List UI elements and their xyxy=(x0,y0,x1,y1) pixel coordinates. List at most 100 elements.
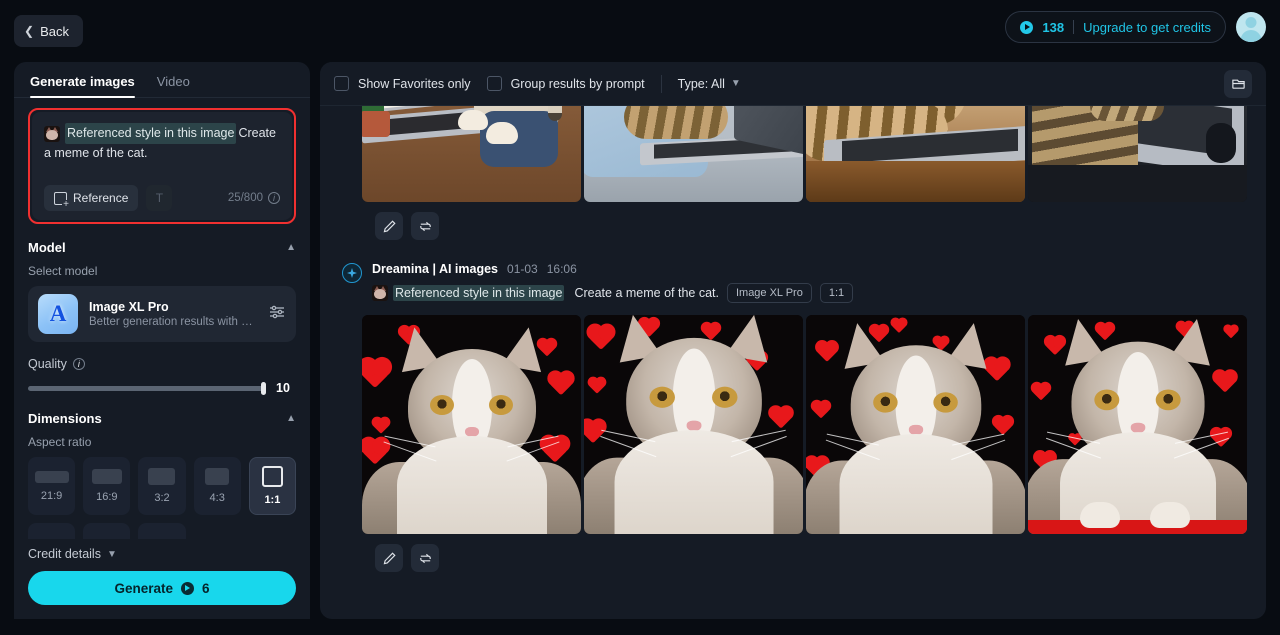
generated-image[interactable]: Funnily xyxy=(584,106,803,202)
divider xyxy=(660,74,662,93)
reference-thumbnail-icon xyxy=(44,125,60,142)
reference-chip[interactable]: Referenced style in this image xyxy=(372,285,565,301)
credit-details-label: Credit details xyxy=(28,547,101,561)
model-settings-icon[interactable] xyxy=(268,303,286,326)
ratio-shape-icon xyxy=(261,466,283,487)
prompt-highlight-frame: Referenced style in this image Create a … xyxy=(28,108,296,224)
ratio-option-label: 4:3 xyxy=(209,492,225,504)
text-style-icon[interactable]: T xyxy=(146,185,173,211)
chevron-up-icon[interactable]: ▲ xyxy=(286,413,296,424)
ratio-option-16-9[interactable]: 16:9 xyxy=(83,457,131,515)
tab-generate-images-label: Generate images xyxy=(30,74,135,89)
chevron-up-icon[interactable]: ▲ xyxy=(286,242,296,253)
app-root: ❮ Back 138 Upgrade to get credits Genera… xyxy=(0,0,1280,635)
ratio-shape-icon xyxy=(205,468,230,485)
quality-value: 10 xyxy=(276,381,290,395)
quality-slider[interactable] xyxy=(28,381,266,395)
chevron-down-icon: ▼ xyxy=(106,548,117,560)
regenerate-icon[interactable] xyxy=(411,212,439,240)
regenerate-icon[interactable] xyxy=(411,544,439,572)
generated-image[interactable] xyxy=(362,315,581,534)
aspect-ratio-grid: 21:9 16:9 3:2 4:3 1:1 xyxy=(28,457,296,515)
upgrade-link[interactable]: Upgrade to get credits xyxy=(1083,20,1211,35)
show-favorites-only-checkbox[interactable]: Show Favorites only xyxy=(334,76,471,91)
row-actions xyxy=(320,534,1266,572)
sidebar-footer: Credit details ▼ Generate 6 xyxy=(14,539,310,619)
quality-label: Quality xyxy=(28,357,67,371)
model-name: Image XL Pro xyxy=(89,300,169,314)
sidebar-tabs: Generate images Video xyxy=(14,62,310,98)
ratio-option-label: 16:9 xyxy=(96,491,118,503)
prompt-input[interactable]: Referenced style in this image Create a … xyxy=(32,112,292,220)
generated-image[interactable] xyxy=(1028,315,1247,534)
model-logo-icon: A xyxy=(38,294,78,334)
chevron-down-icon: ▼ xyxy=(730,78,741,89)
prompt-text: Referenced style in this image Create a … xyxy=(44,123,280,163)
info-icon[interactable]: i xyxy=(268,192,280,204)
credit-coin-icon xyxy=(181,581,194,595)
back-button[interactable]: ❮ Back xyxy=(14,15,83,47)
model-card[interactable]: A Image XL Pro Better generation results… xyxy=(28,286,296,342)
reference-button[interactable]: Reference xyxy=(44,185,139,211)
sidebar-body: Referenced style in this image Create a … xyxy=(14,98,310,581)
result-date: 01-03 xyxy=(507,262,538,276)
char-counter-value: 25/800 xyxy=(227,192,263,204)
quality-slider-row: 10 xyxy=(28,381,296,395)
generated-image[interactable] xyxy=(806,315,1025,534)
prompt-footer: Reference T 25/800 i xyxy=(44,185,280,211)
ratio-option-21-9[interactable]: 21:9 xyxy=(28,457,76,515)
credit-coin-icon xyxy=(1020,20,1034,34)
model-section-header: Model ▲ xyxy=(28,240,296,255)
ratio-option-label: 21:9 xyxy=(40,489,63,502)
reference-chip-label: Referenced style in this image xyxy=(65,123,237,144)
char-counter: 25/800 i xyxy=(228,192,280,204)
generate-cost: 6 xyxy=(202,580,210,596)
group-results-by-prompt-checkbox[interactable]: Group results by prompt xyxy=(486,76,645,91)
ratio-option-label: 1:1 xyxy=(264,494,281,506)
credits-count: 138 xyxy=(1042,19,1065,35)
ratio-shape-icon xyxy=(34,470,69,483)
ratio-option-4-3[interactable]: 4:3 xyxy=(193,457,241,515)
model-tag: Image XL Pro xyxy=(726,283,812,303)
top-bar-right: 138 Upgrade to get credits xyxy=(1005,11,1266,43)
select-model-label: Select model xyxy=(28,264,98,278)
tab-generate-images[interactable]: Generate images xyxy=(30,74,135,98)
edit-pencil-icon[interactable] xyxy=(375,212,403,240)
credits-pill[interactable]: 138 Upgrade to get credits xyxy=(1005,11,1226,43)
tab-video[interactable]: Video xyxy=(157,74,190,97)
generated-image[interactable] xyxy=(584,315,803,534)
model-section-title: Model xyxy=(28,240,66,255)
type-filter-dropdown[interactable]: Type: All ▼ xyxy=(678,77,741,91)
generated-image[interactable]: Funnily xyxy=(806,106,1025,202)
dreamina-logo-icon xyxy=(342,263,362,283)
result-prompt-text: Create a meme of the cat. xyxy=(574,286,719,300)
generate-button-label: Generate xyxy=(114,580,173,596)
result-time: 16:06 xyxy=(546,262,577,276)
group-results-by-prompt-label: Group results by prompt xyxy=(510,76,645,91)
ratio-shape-icon xyxy=(91,469,122,484)
brand-name: Dreamina | AI images xyxy=(372,262,499,276)
generated-image[interactable]: Funnily xyxy=(362,106,581,202)
quality-info-icon[interactable]: i xyxy=(72,358,85,370)
results-scroll-area[interactable]: Funnily Funnily Funnily xyxy=(320,106,1266,619)
row-actions xyxy=(320,202,1266,240)
credit-details-toggle[interactable]: Credit details ▼ xyxy=(28,539,296,571)
reference-chip[interactable]: Referenced style in this image xyxy=(44,123,237,144)
avatar[interactable] xyxy=(1236,12,1266,42)
top-bar: ❮ Back 138 Upgrade to get credits xyxy=(0,0,1280,62)
type-filter-label: Type: All xyxy=(677,76,725,91)
model-info: Image XL Pro Better generation results w… xyxy=(89,300,257,328)
generated-image[interactable]: ly xyxy=(1028,106,1247,202)
ratio-option-1-1[interactable]: 1:1 xyxy=(248,457,296,515)
ratio-option-3-2[interactable]: 3:2 xyxy=(138,457,186,515)
generate-button[interactable]: Generate 6 xyxy=(28,571,296,605)
model-description: Better generation results with profe… xyxy=(89,316,257,328)
tab-video-label: Video xyxy=(156,74,190,89)
archive-folder-icon[interactable] xyxy=(1224,69,1252,98)
edit-pencil-icon[interactable] xyxy=(375,544,403,572)
result-header: Dreamina | AI images 01-03 16:06 Referen… xyxy=(320,240,1266,315)
reference-chip-label: Referenced style in this image xyxy=(393,285,565,301)
main-content: Show Favorites only Group results by pro… xyxy=(320,62,1266,619)
quality-slider-knob[interactable] xyxy=(261,381,266,395)
reference-button-label: Reference xyxy=(73,191,129,205)
